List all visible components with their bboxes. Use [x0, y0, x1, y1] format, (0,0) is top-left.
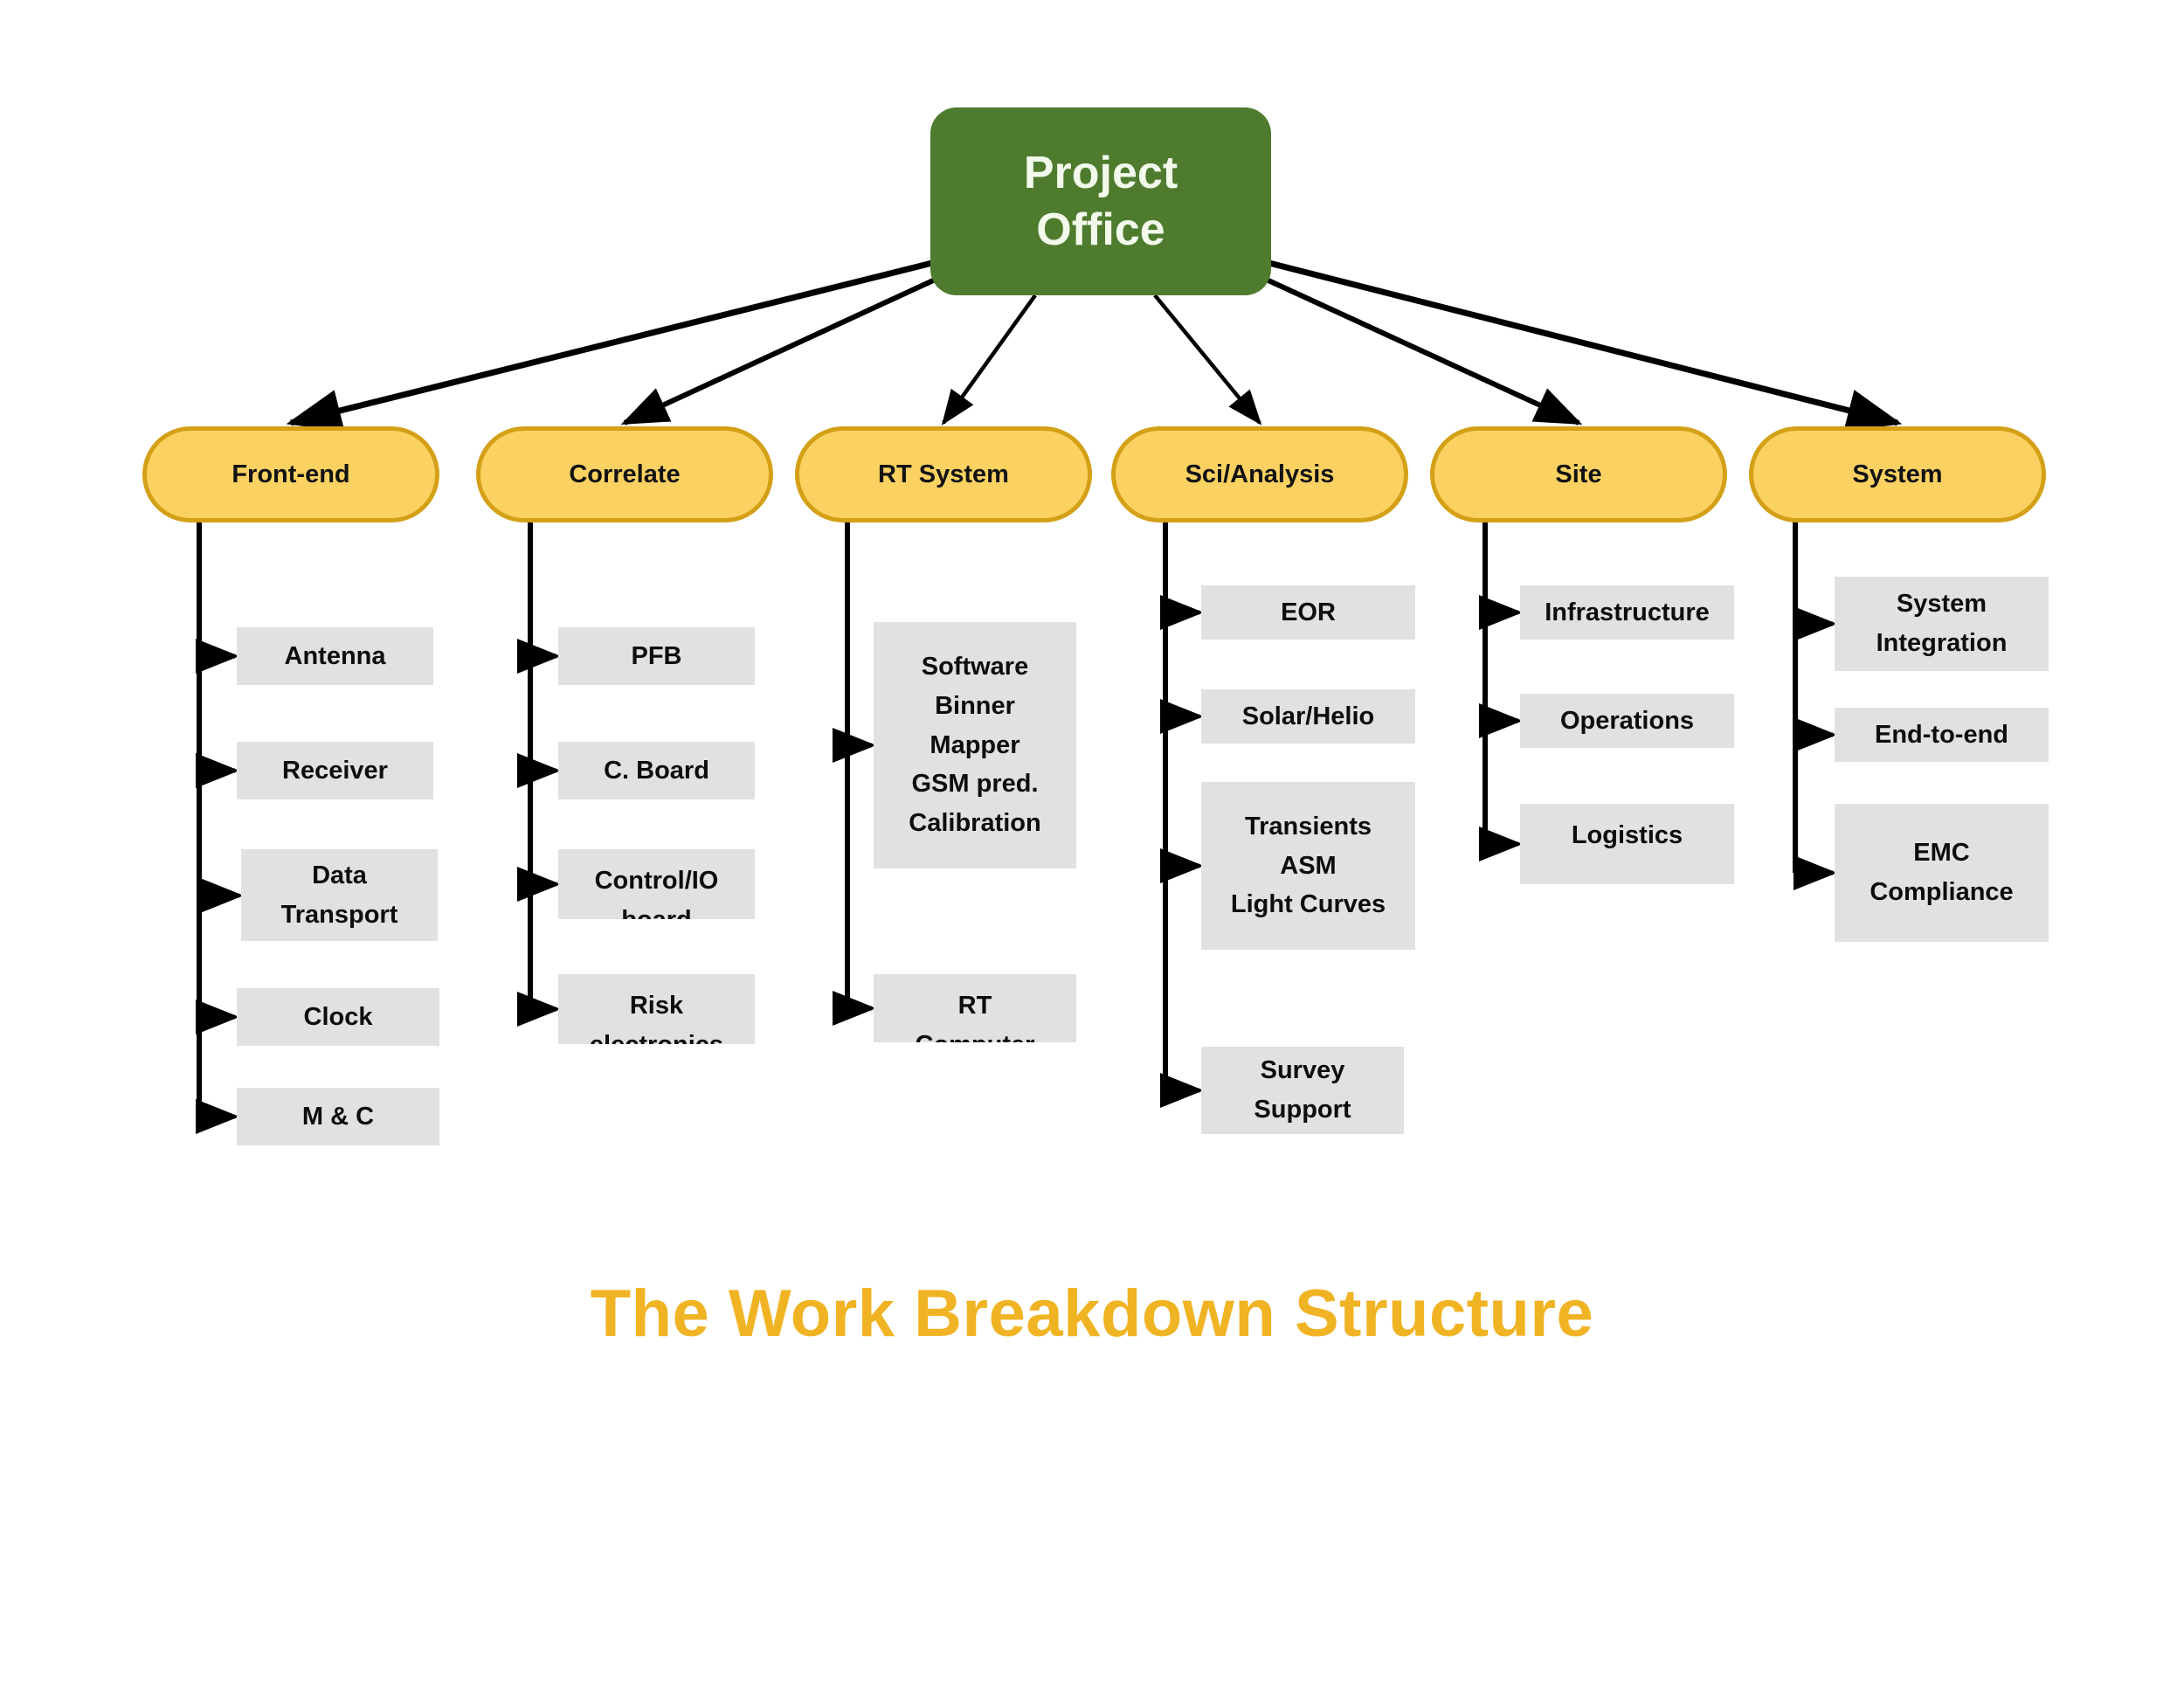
leaf-node-line: Support: [1254, 1096, 1351, 1124]
leaf-node-line: electronics: [590, 1026, 723, 1044]
leaf-node-line: GSM pred.: [911, 770, 1039, 799]
branch-node-system[interactable]: System: [1749, 426, 2046, 522]
leaf-node-system-integration[interactable]: System Integration: [1835, 577, 2049, 671]
leaf-node-line: M & C: [301, 1102, 375, 1131]
leaf-node-line: Operations: [1559, 706, 1695, 735]
leaf-node-line: Light Curves: [1230, 890, 1386, 919]
branch-node-correlate[interactable]: Correlate: [476, 426, 773, 522]
leaf-node-line: Software: [921, 652, 1029, 681]
branch-node-label: Sci/Analysis: [1185, 460, 1335, 488]
leaf-node-c-board[interactable]: C. Board: [558, 742, 755, 799]
leaf-node-line: Computer: [916, 1026, 1035, 1042]
leaf-node-end-to-end[interactable]: End-to-end: [1835, 708, 2049, 762]
leaf-node-line: Transients: [1244, 812, 1372, 841]
leaf-node-infrastructure[interactable]: Infrastructure: [1520, 585, 1734, 640]
leaf-node-line: board: [621, 901, 692, 919]
leaf-node-data-transport[interactable]: Data Transport: [241, 849, 438, 941]
branch-node-label: System: [1852, 460, 1943, 488]
branch-node-label: RT System: [878, 460, 1009, 488]
branch-node-label: Front-end: [232, 460, 350, 488]
root-node-line: Project: [1023, 147, 1178, 198]
leaf-node-survey-support[interactable]: Survey Support: [1201, 1047, 1404, 1134]
leaf-node-eor[interactable]: EOR: [1201, 585, 1415, 640]
leaf-node-line: Risk: [629, 992, 684, 1020]
leaf-node-line: Control/IO: [594, 867, 719, 895]
branch-node-rt-system[interactable]: RT System: [795, 426, 1092, 522]
leaf-node-line: Receiver: [282, 756, 388, 785]
diagram-caption: The Work Breakdown Structure: [590, 1276, 1594, 1351]
leaf-node-transients-asm-light-curves[interactable]: Transients ASM Light Curves: [1201, 782, 1415, 950]
branch-node-site[interactable]: Site: [1430, 426, 1727, 522]
branch-node-label: Correlate: [569, 460, 681, 488]
leaf-node-pfb[interactable]: PFB: [558, 627, 755, 685]
leaf-node-m-c[interactable]: M & C: [237, 1088, 439, 1145]
leaf-node-logistics[interactable]: Logistics: [1520, 804, 1734, 884]
leaf-node-line: Antenna: [284, 641, 386, 670]
leaf-node-line: Calibration: [909, 809, 1041, 838]
leaf-node-line: Integration: [1876, 629, 2008, 657]
wbs-diagram-canvas: Project Office Front-end Antenna Receiver Da…: [0, 0, 2184, 1688]
leaf-node-line: PFB: [631, 641, 682, 670]
leaf-node-rt-computer[interactable]: RT Computer: [874, 974, 1076, 1042]
leaf-node-line: Solar/Helio: [1241, 702, 1375, 730]
leaf-node-line: Infrastructure: [1545, 598, 1710, 626]
leaf-node-antenna[interactable]: Antenna: [237, 627, 433, 685]
leaf-node-line: EMC: [1913, 839, 1970, 868]
leaf-node-operations[interactable]: Operations: [1520, 694, 1734, 748]
leaf-node-emc-compliance[interactable]: EMC Compliance: [1835, 804, 2049, 942]
leaf-node-line: Compliance: [1870, 878, 2014, 906]
leaf-node-line: System: [1896, 590, 1987, 619]
root-node-label: Project Office: [1024, 145, 1178, 259]
branch-node-front-end[interactable]: Front-end: [142, 426, 439, 522]
branch-node-sci-analysis[interactable]: Sci/Analysis: [1111, 426, 1408, 522]
leaf-node-line: C. Board: [604, 756, 709, 785]
leaf-node-risk-electronics[interactable]: Risk electronics: [558, 974, 755, 1044]
leaf-node-line: Logistics: [1571, 821, 1683, 849]
leaf-node-line: RT: [957, 992, 992, 1020]
root-node-project-office[interactable]: Project Office: [930, 107, 1271, 295]
leaf-node-line: ASM: [1280, 851, 1337, 880]
leaf-node-receiver[interactable]: Receiver: [237, 742, 433, 799]
leaf-node-control-io-board[interactable]: Control/IO board: [558, 849, 755, 919]
leaf-node-software-binner-mapper-gsm-pred-calibration[interactable]: Software Binner Mapper GSM pred. Calibration: [874, 622, 1076, 868]
leaf-node-line: EOR: [1281, 598, 1336, 626]
leaf-node-solar-helio[interactable]: Solar/Helio: [1201, 689, 1415, 744]
leaf-node-line: Survey: [1260, 1056, 1345, 1085]
leaf-node-line: Clock: [303, 1002, 373, 1031]
leaf-node-line: Transport: [280, 900, 398, 929]
leaf-node-clock[interactable]: Clock: [237, 988, 439, 1046]
leaf-node-line: Mapper: [930, 730, 1020, 759]
branch-node-label: Site: [1555, 460, 1602, 488]
root-node-line: Office: [1036, 204, 1165, 255]
leaf-node-line: End-to-end: [1874, 720, 2008, 749]
leaf-node-line: Data: [312, 861, 367, 889]
leaf-node-line: Binner: [935, 691, 1015, 720]
